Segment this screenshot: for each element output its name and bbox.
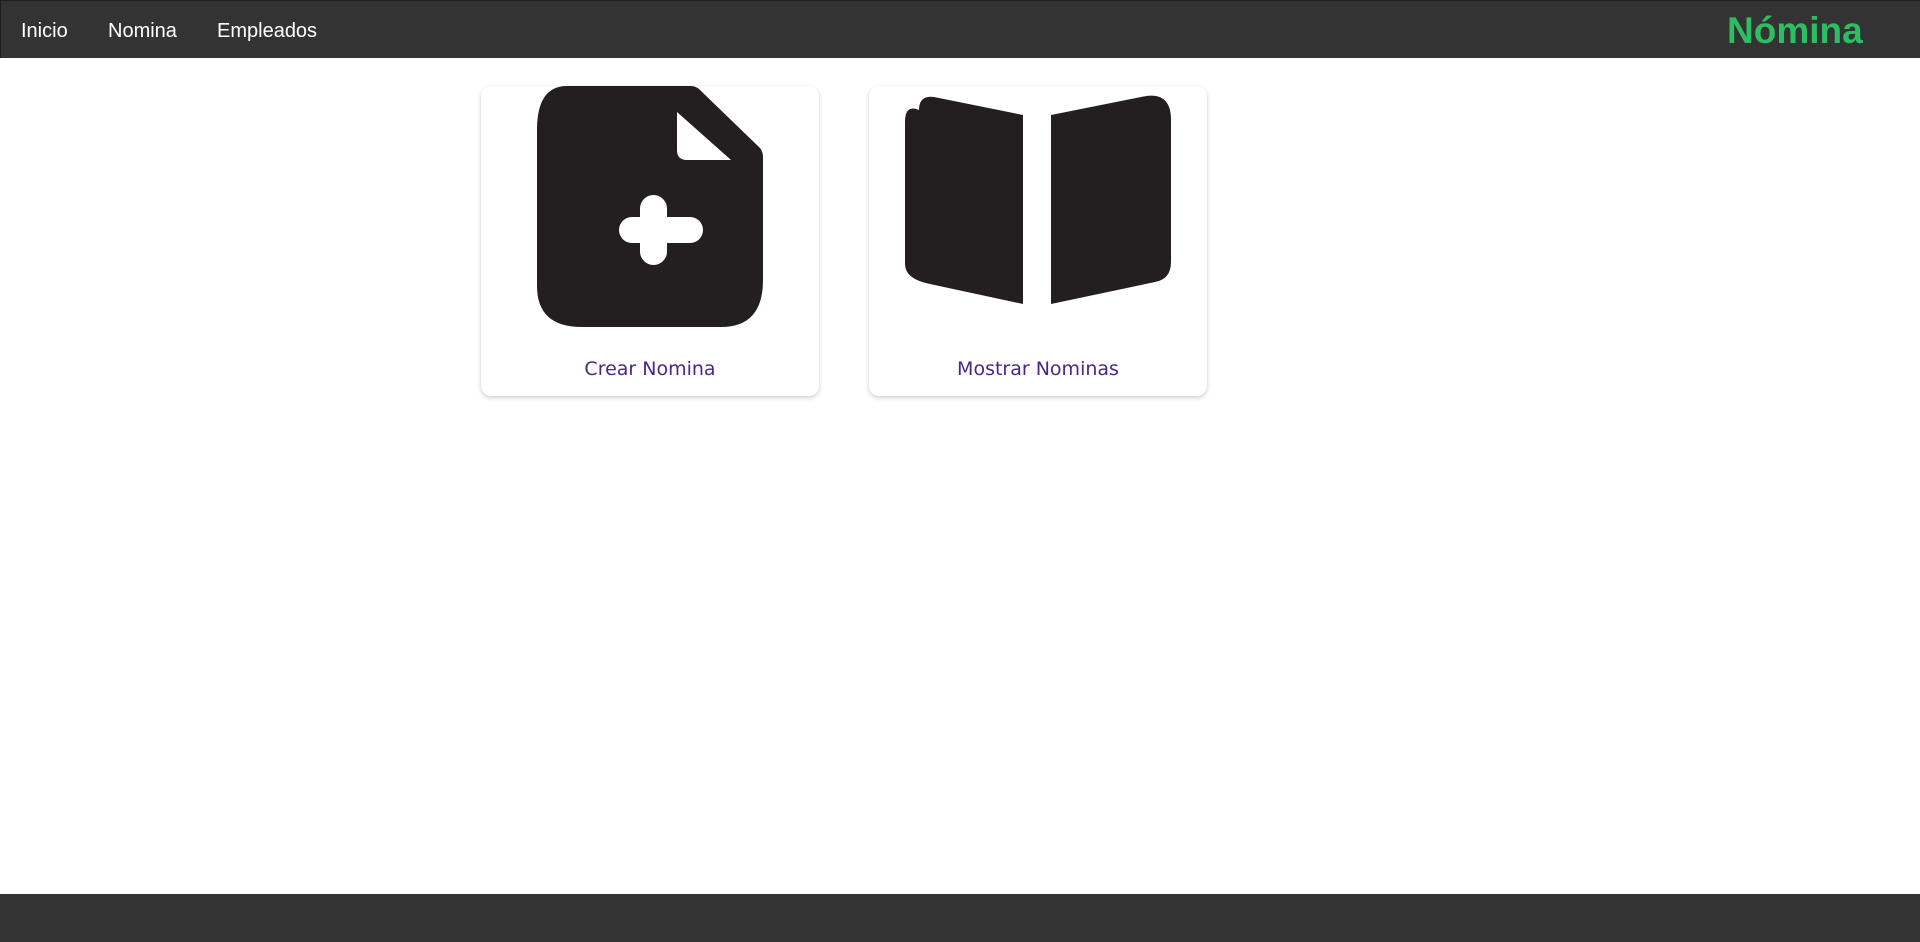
footer-bar [0,894,1920,942]
crear-nomina-label: Crear Nomina [584,358,716,380]
file-plus-icon [537,86,763,327]
crear-nomina-card[interactable]: Crear Nomina [481,86,819,396]
nav-link-nomina[interactable]: Nomina [108,19,177,43]
top-navbar: Inicio Nomina Empleados Nómina [0,0,1920,58]
brand-title: Nómina [1727,10,1863,51]
mostrar-nominas-label: Mostrar Nominas [957,358,1119,380]
open-book-icon [905,95,1171,304]
nav-link-inicio[interactable]: Inicio [21,19,68,43]
mostrar-nominas-card[interactable]: Mostrar Nominas [869,86,1207,396]
nav-link-empleados[interactable]: Empleados [217,19,317,43]
